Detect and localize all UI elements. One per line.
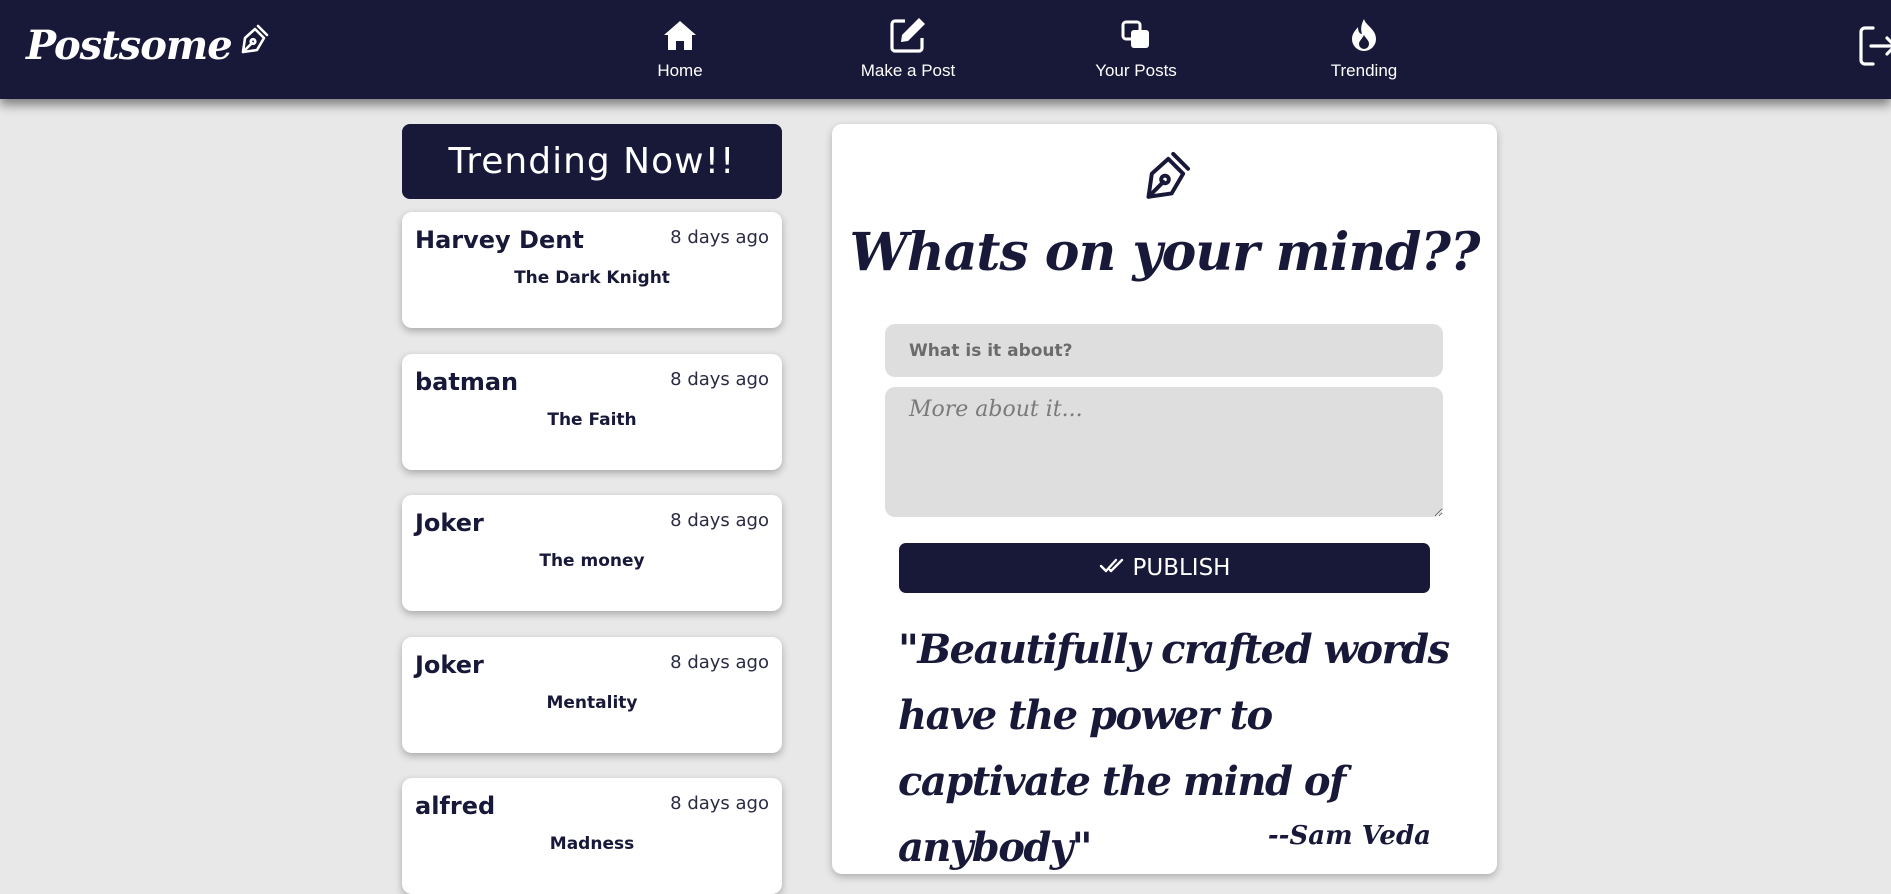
post-author: Joker <box>415 651 484 679</box>
post-title: The Dark Knight <box>514 268 670 288</box>
nav-label-make-a-post: Make a Post <box>860 61 956 80</box>
nav-item-your-posts[interactable]: Your Posts <box>1066 16 1206 81</box>
logout-button[interactable] <box>1857 24 1891 68</box>
post-author: Harvey Dent <box>415 226 584 254</box>
trending-post-card[interactable]: batman 8 days ago The Faith <box>402 354 782 470</box>
post-title: Madness <box>549 834 635 854</box>
post-composer-card: Whats on your mind?? PUBLISH "Beautifull… <box>832 124 1497 874</box>
post-author: Joker <box>415 509 484 537</box>
nav-label-home: Home <box>657 61 703 80</box>
post-title: The money <box>539 551 645 571</box>
post-time: 8 days ago <box>670 369 769 390</box>
post-title: Mentality <box>546 693 638 713</box>
trending-post-card[interactable]: alfred 8 days ago Madness <box>402 778 782 894</box>
post-title: The Faith <box>547 410 637 430</box>
nav-item-trending[interactable]: Trending <box>1294 16 1434 81</box>
post-author: batman <box>415 368 519 396</box>
trending-post-card[interactable]: Joker 8 days ago The money <box>402 495 782 611</box>
composer-heading: Whats on your mind?? <box>849 222 1481 283</box>
post-time: 8 days ago <box>670 510 769 531</box>
post-time: 8 days ago <box>670 793 769 814</box>
post-time: 8 days ago <box>670 227 769 248</box>
nav-label-your-posts: Your Posts <box>1095 61 1177 80</box>
trending-post-card[interactable]: Harvey Dent 8 days ago The Dark Knight <box>402 212 782 328</box>
post-body-textarea[interactable] <box>885 387 1443 517</box>
fire-icon <box>1349 16 1379 54</box>
publish-label: PUBLISH <box>1132 555 1231 581</box>
double-check-icon <box>1099 555 1125 581</box>
top-navbar: Postsome Home Make a Post Your Posts Tre… <box>0 0 1891 99</box>
trending-post-card[interactable]: Joker 8 days ago Mentality <box>402 637 782 753</box>
publish-button[interactable]: PUBLISH <box>899 543 1430 593</box>
quote-author: --Sam Veda <box>1267 821 1431 851</box>
post-title-input[interactable] <box>885 324 1443 377</box>
nav-item-make-a-post[interactable]: Make a Post <box>838 16 978 81</box>
post-author: alfred <box>415 792 496 820</box>
nav-item-home[interactable]: Home <box>610 16 750 81</box>
edit-icon <box>889 16 927 54</box>
nav-label-trending: Trending <box>1330 61 1398 80</box>
fountain-pen-icon <box>1137 149 1193 210</box>
post-time: 8 days ago <box>670 652 769 673</box>
trending-heading: Trending Now!! <box>402 124 782 199</box>
copy-icon <box>1121 16 1151 54</box>
home-icon <box>663 16 697 54</box>
nav-links: Home Make a Post Your Posts Trending <box>0 16 1891 86</box>
logout-icon <box>1857 26 1891 68</box>
